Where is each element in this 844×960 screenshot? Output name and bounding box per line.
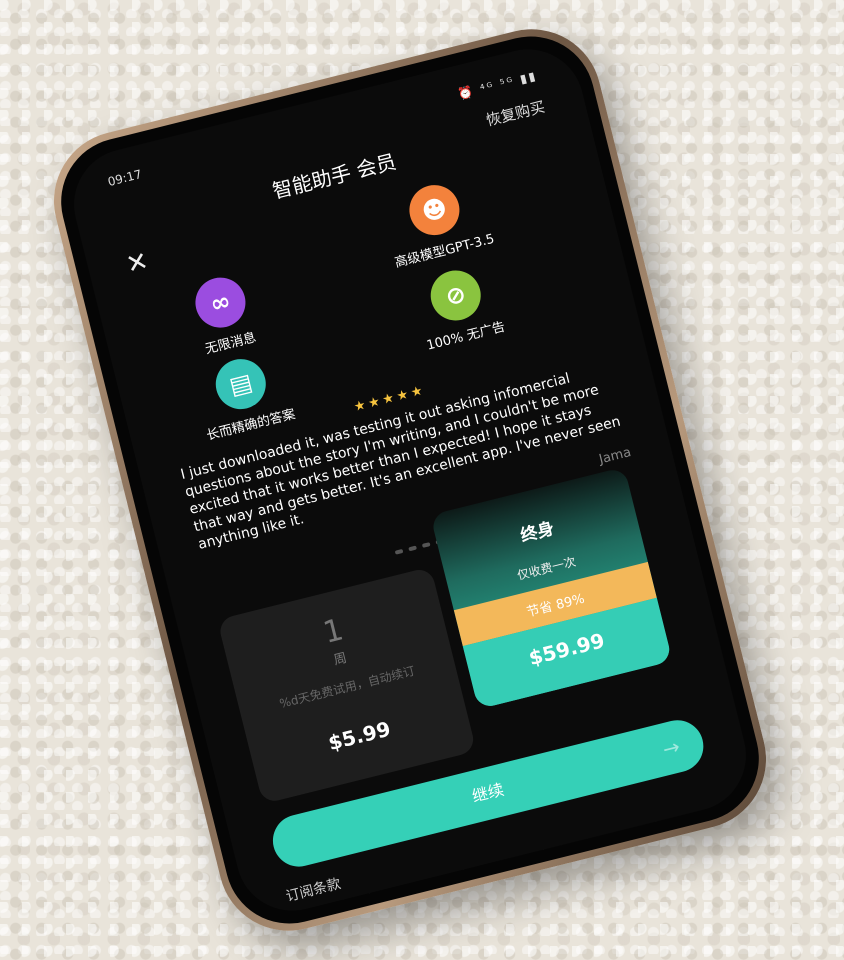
- app-screen: 09:17 ⏰ ⁴ᴳ ⁵ᴳ ▮▮ 恢复购买 智能助手 会员 ✕ ∞ 无限消息 ☻…: [62, 37, 758, 923]
- phone-frame: 09:17 ⏰ ⁴ᴳ ⁵ᴳ ▮▮ 恢复购买 智能助手 会员 ✕ ∞ 无限消息 ☻…: [39, 14, 781, 946]
- continue-label: 继续: [470, 779, 506, 807]
- infinity-icon: ∞: [190, 272, 251, 333]
- status-time: 09:17: [106, 167, 144, 190]
- carousel-dot[interactable]: [408, 545, 417, 552]
- close-icon[interactable]: ✕: [123, 246, 151, 280]
- phone-bezel: 09:17 ⏰ ⁴ᴳ ⁵ᴳ ▮▮ 恢复购买 智能助手 会员 ✕ ∞ 无限消息 ☻…: [47, 22, 773, 938]
- status-icons: ⏰ ⁴ᴳ ⁵ᴳ ▮▮: [456, 68, 539, 102]
- no-ads-icon: ⊘: [425, 265, 487, 326]
- document-icon: ▤: [210, 353, 272, 415]
- carousel-dot[interactable]: [394, 548, 404, 555]
- robot-icon: ☻: [404, 179, 465, 241]
- plan-weekly-card[interactable]: 1 周 %d天免费试用，自动续订 $5.99: [217, 566, 477, 805]
- arrow-right-icon: →: [660, 734, 683, 762]
- carousel-dot[interactable]: [421, 542, 431, 548]
- plan-lifetime-card[interactable]: 终身 仅收费一次 节省 89% $59.99: [430, 466, 673, 710]
